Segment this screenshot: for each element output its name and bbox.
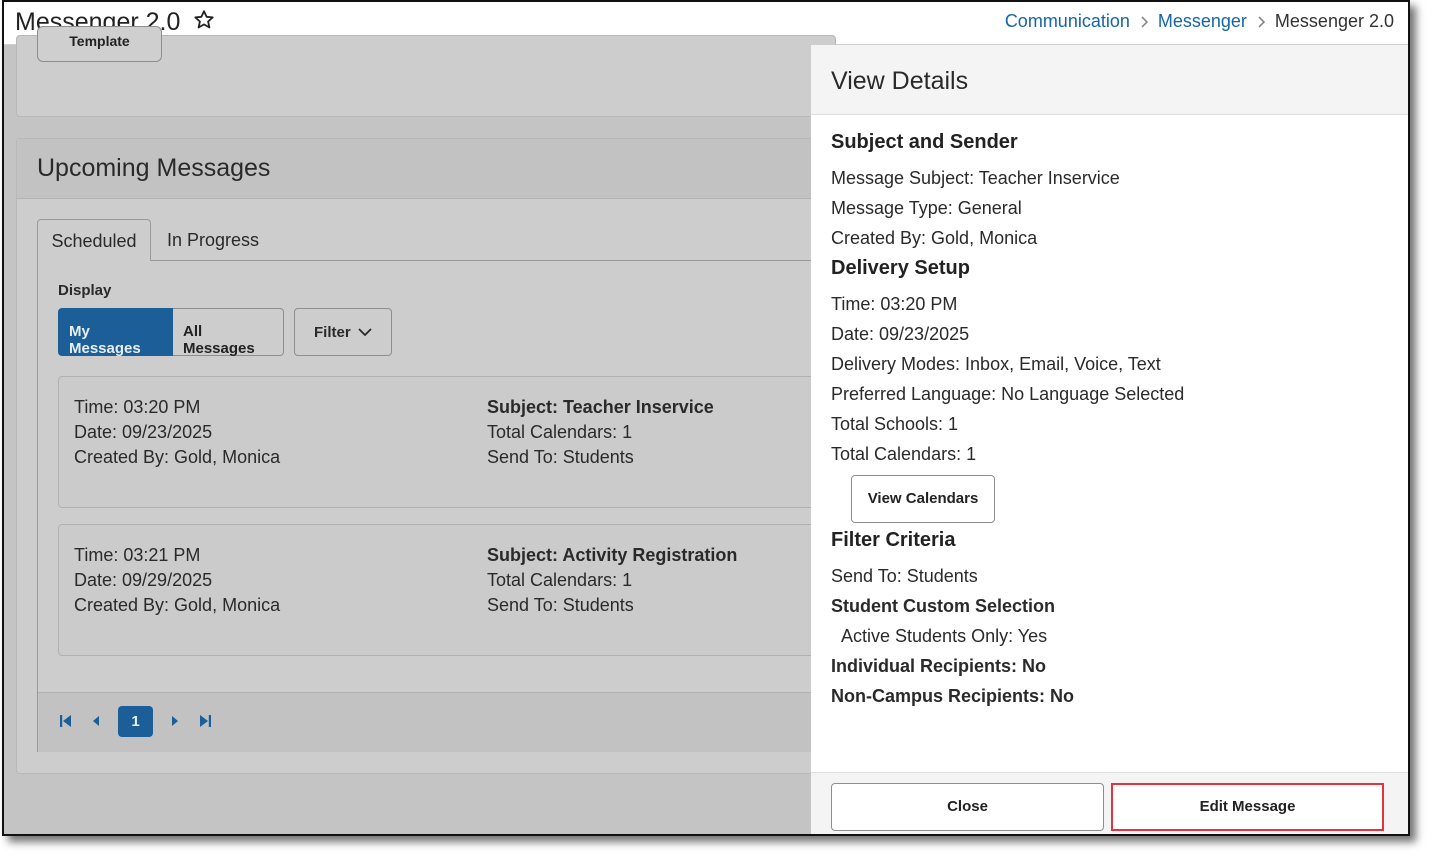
message-meta: Time: 03:21 PM Date: 09/29/2025 Created …: [74, 543, 280, 618]
my-messages-button[interactable]: My Messages: [58, 308, 173, 357]
filter-criteria-heading: Filter Criteria: [831, 529, 956, 551]
message-subject: Subject: Activity Registration: [487, 545, 738, 565]
previous-page-icon[interactable]: [88, 713, 104, 729]
subject-sender-heading: Subject and Sender: [831, 131, 1018, 153]
detail-send-to: Send To: Students: [831, 566, 978, 586]
delivery-setup-heading: Delivery Setup: [831, 257, 970, 279]
next-page-icon[interactable]: [167, 713, 183, 729]
tab-bar: Scheduled In Progress: [37, 219, 837, 261]
current-page-button[interactable]: 1: [118, 706, 153, 737]
template-button[interactable]: Template: [37, 26, 162, 62]
filter-label: Filter: [314, 324, 351, 341]
first-page-icon[interactable]: [58, 713, 74, 729]
message-time: Time: 03:20 PM: [74, 397, 201, 417]
all-messages-button[interactable]: All Messages: [173, 308, 284, 357]
view-calendars-button[interactable]: View Calendars: [851, 475, 995, 523]
drawer-title: View Details: [831, 67, 969, 95]
message-summary: Subject: Teacher Inservice Total Calenda…: [487, 395, 714, 470]
drawer-header: View Details: [811, 45, 1408, 115]
pagination-bar: 1: [38, 692, 838, 752]
student-custom-selection-heading: Student Custom Selection: [831, 596, 1056, 616]
message-total-calendars: Total Calendars: 1: [487, 570, 633, 590]
main-content-overlay: Template Upcoming Messages Scheduled In …: [4, 26, 851, 834]
detail-non-campus-recipients: Non-Campus Recipients: No: [831, 686, 1075, 706]
upcoming-messages-title: Upcoming Messages: [37, 154, 271, 182]
display-toggle: My Messages All Messages: [58, 308, 284, 357]
detail-message-subject: Message Subject: Teacher Inservice: [831, 168, 1120, 188]
drawer-footer: Close Edit Message: [811, 772, 1408, 834]
detail-delivery-modes: Delivery Modes: Inbox, Email, Voice, Tex…: [831, 354, 1161, 374]
breadcrumb-current: Messenger 2.0: [1274, 11, 1394, 31]
breadcrumb-messenger[interactable]: Messenger: [1158, 11, 1247, 32]
message-date: Date: 09/23/2025: [74, 422, 213, 442]
drawer-body: Subject and Sender Message Subject: Teac…: [831, 131, 1391, 711]
message-send-to: Send To: Students: [487, 595, 634, 615]
chevron-down-icon: [358, 328, 372, 337]
message-builder-card: Template: [16, 26, 836, 117]
breadcrumb: Communication Messenger Messenger 2.0: [1005, 11, 1394, 32]
message-time: Time: 03:21 PM: [74, 545, 201, 565]
message-total-calendars: Total Calendars: 1: [487, 422, 633, 442]
detail-total-schools: Total Schools: 1: [831, 414, 959, 434]
message-meta: Time: 03:20 PM Date: 09/23/2025 Created …: [74, 395, 280, 470]
message-send-to: Send To: Students: [487, 447, 634, 467]
scheduled-tab-panel: Display My Messages All Messages Filter …: [37, 260, 848, 752]
star-outline-icon[interactable]: [192, 8, 216, 32]
detail-active-students-only: Active Students Only: Yes: [841, 626, 1048, 646]
app-window: Messenger 2.0 Communication Messenger Me…: [2, 0, 1410, 836]
tab-scheduled[interactable]: Scheduled: [37, 219, 151, 261]
filter-button[interactable]: Filter: [294, 308, 392, 356]
breadcrumb-communication[interactable]: Communication: [1005, 11, 1130, 32]
last-page-icon[interactable]: [197, 713, 213, 729]
detail-created-by: Created By: Gold, Monica: [831, 228, 1038, 248]
detail-preferred-language: Preferred Language: No Language Selected: [831, 384, 1185, 404]
upcoming-messages-panel: Upcoming Messages Scheduled In Progress …: [16, 138, 851, 774]
message-created-by: Created By: Gold, Monica: [74, 595, 281, 615]
message-date: Date: 09/29/2025: [74, 570, 213, 590]
detail-time: Time: 03:20 PM: [831, 294, 958, 314]
chevron-right-icon: [1141, 15, 1149, 28]
detail-date: Date: 09/23/2025: [831, 324, 970, 344]
message-card[interactable]: Time: 03:21 PM Date: 09/29/2025 Created …: [58, 524, 848, 656]
message-card[interactable]: Time: 03:20 PM Date: 09/23/2025 Created …: [58, 376, 848, 508]
message-subject: Subject: Teacher Inservice: [487, 397, 714, 417]
upcoming-messages-header: Upcoming Messages: [17, 139, 835, 199]
message-summary: Subject: Activity Registration Total Cal…: [487, 543, 737, 618]
display-label: Display: [58, 282, 112, 299]
detail-individual-recipients: Individual Recipients: No: [831, 656, 1047, 676]
view-details-drawer: View Details Subject and Sender Message …: [811, 45, 1408, 834]
detail-message-type: Message Type: General: [831, 198, 1022, 218]
detail-total-calendars: Total Calendars: 1: [831, 444, 977, 464]
close-button[interactable]: Close: [831, 783, 1104, 831]
message-created-by: Created By: Gold, Monica: [74, 447, 281, 467]
edit-message-button[interactable]: Edit Message: [1111, 783, 1384, 831]
chevron-right-icon: [1258, 15, 1266, 28]
tab-in-progress[interactable]: In Progress: [167, 219, 277, 261]
